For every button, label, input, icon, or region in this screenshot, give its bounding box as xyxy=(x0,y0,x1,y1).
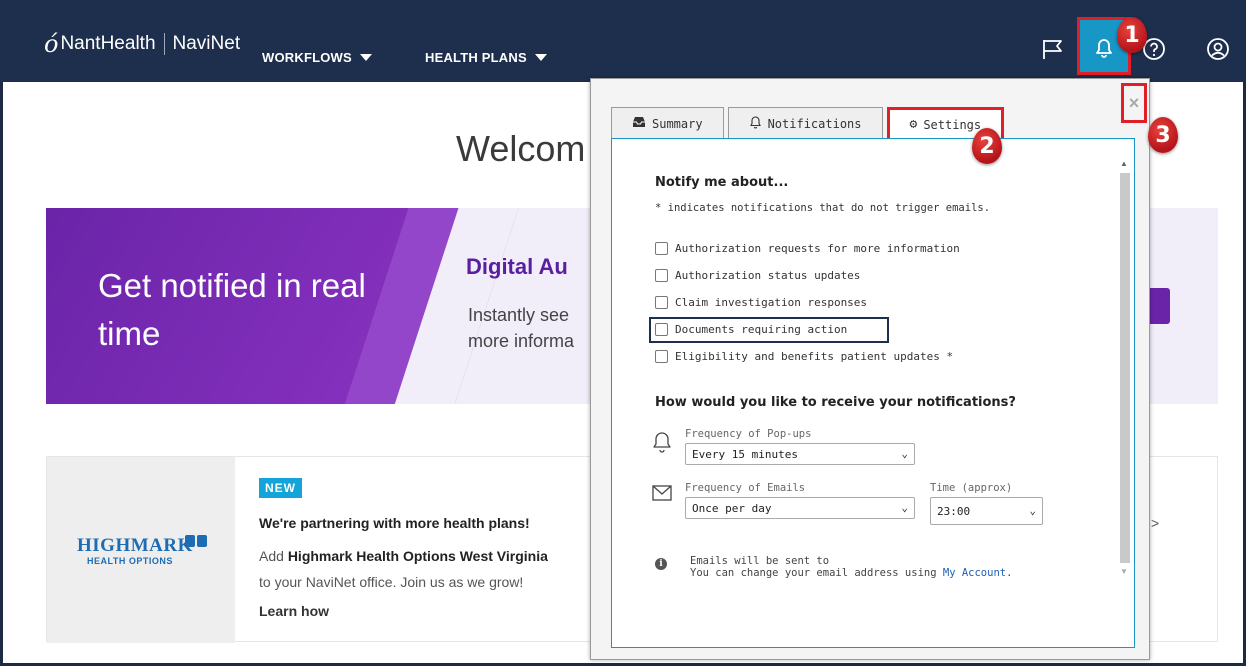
checkbox[interactable] xyxy=(655,241,668,255)
chevron-down-icon: ⌄ xyxy=(901,501,908,514)
notify-note: * indicates notifications that do not tr… xyxy=(655,202,991,214)
email-info-line: You can change your email address using … xyxy=(690,567,1012,579)
callout-marker-2: 2 xyxy=(972,128,1002,164)
popups-frequency-value: Every 15 minutes xyxy=(692,447,798,461)
close-button[interactable]: × xyxy=(1121,83,1147,123)
logo-divider xyxy=(163,33,165,55)
info-icon: i xyxy=(655,558,667,570)
checkbox[interactable] xyxy=(655,268,668,282)
close-icon: × xyxy=(1128,92,1140,113)
user-profile-icon[interactable] xyxy=(1205,36,1231,62)
emails-frequency-label: Frequency of Emails xyxy=(685,482,806,494)
notifications-popup: × Summary Notifications ⚙ Settings Notif… xyxy=(590,78,1150,660)
highmark-logo: HIGHMARK HEALTH OPTIONS xyxy=(47,457,235,643)
nanthealth-mark-icon: ó xyxy=(44,30,59,58)
time-select[interactable]: 23:00 ⌄ xyxy=(930,497,1043,525)
email-info-text: Emails will be sent to You can change yo… xyxy=(690,555,1012,579)
highmark-logo-subtext: HEALTH OPTIONS xyxy=(87,556,173,566)
highmark-logo-text: HIGHMARK xyxy=(77,535,193,556)
popup-tabs: Summary Notifications ⚙ Settings xyxy=(611,107,1008,139)
time-value: 23:00 xyxy=(937,504,971,518)
promo-text: Instantly see more informa xyxy=(468,302,574,354)
brand-name: NantHealth xyxy=(60,33,156,54)
tab-notifications-label: Notifications xyxy=(767,116,862,131)
card-text-bold: Highmark Health Options West Virginia xyxy=(287,548,548,564)
promo-text-line: Instantly see xyxy=(468,305,570,325)
settings-panel: Notify me about... * indicates notificat… xyxy=(611,138,1135,648)
tab-settings-label: Settings xyxy=(923,117,982,132)
card-text: Add Highmark Health Options West Virgini… xyxy=(259,543,548,595)
highlight-box xyxy=(649,317,889,343)
callout-marker-1: 1 xyxy=(1117,17,1147,53)
scroll-down-icon[interactable]: ▼ xyxy=(1120,567,1128,576)
gear-icon: ⚙ xyxy=(909,117,918,132)
option-label: Authorization requests for more informat… xyxy=(675,241,960,255)
chevron-down-icon: ⌄ xyxy=(901,447,908,460)
checkbox[interactable] xyxy=(655,295,668,309)
popups-frequency-select[interactable]: Every 15 minutes ⌄ xyxy=(685,443,915,465)
new-badge: NEW xyxy=(259,478,302,498)
page-title: Welcom xyxy=(456,128,586,169)
card-text-pre: Add xyxy=(259,548,288,564)
email-info-line: Emails will be sent to xyxy=(690,555,830,567)
card-text-line: Add Highmark Health Options West Virgini… xyxy=(259,543,548,569)
receive-heading: How would you like to receive your notif… xyxy=(655,395,1016,410)
bell-icon xyxy=(652,431,672,457)
caret-down-icon xyxy=(359,54,372,61)
tab-notifications[interactable]: Notifications xyxy=(727,107,883,139)
bell-icon xyxy=(749,115,762,133)
option-claim-investigation[interactable]: Claim investigation responses xyxy=(655,292,867,312)
option-eligibility-benefits[interactable]: Eligibility and benefits patient updates… xyxy=(655,346,953,366)
scrollbar-thumb[interactable] xyxy=(1120,173,1130,563)
product-name: NaviNet xyxy=(172,33,241,54)
chevron-right-icon[interactable]: > xyxy=(1151,515,1159,531)
workflows-menu-label: WORKFLOWS xyxy=(262,50,352,65)
option-label: Claim investigation responses xyxy=(675,295,868,309)
learn-how-link[interactable]: Learn how xyxy=(259,603,329,619)
email-info-pre: You can change your email address using xyxy=(690,567,943,579)
email-info-post: . xyxy=(1006,567,1013,579)
time-label: Time (approx) xyxy=(930,482,1013,494)
promo-heading: Digital Au xyxy=(466,254,568,279)
promo-title: Get notified in real time xyxy=(98,267,366,352)
emails-frequency-select[interactable]: Once per day ⌄ xyxy=(685,497,915,519)
promo-text-line: more informa xyxy=(468,331,575,351)
tab-summary-label: Summary xyxy=(652,116,703,131)
caret-down-icon xyxy=(534,54,547,61)
inbox-icon xyxy=(632,116,646,132)
card-heading: We're partnering with more health plans! xyxy=(259,515,530,531)
emails-frequency-value: Once per day xyxy=(692,501,772,515)
card-text-line: to your NaviNet office. Join us as we gr… xyxy=(259,574,524,590)
callout-marker-3: 3 xyxy=(1148,117,1178,153)
health-plans-menu[interactable]: HEALTH PLANS xyxy=(425,50,547,65)
chevron-down-icon: ⌄ xyxy=(1029,504,1036,517)
scroll-up-icon[interactable]: ▲ xyxy=(1120,159,1128,168)
my-account-link[interactable]: My Account xyxy=(943,567,1006,579)
notify-heading: Notify me about... xyxy=(655,175,789,190)
bell-icon xyxy=(1096,39,1112,58)
tab-summary[interactable]: Summary xyxy=(611,107,724,139)
checkbox[interactable] xyxy=(655,349,668,363)
envelope-icon xyxy=(652,485,672,505)
option-label: Authorization status updates xyxy=(675,268,861,282)
navinet-logo[interactable]: ó NantHealth NaviNet xyxy=(44,30,240,58)
flag-icon[interactable] xyxy=(1040,36,1066,62)
workflows-menu[interactable]: WORKFLOWS xyxy=(262,50,372,65)
option-authorization-status[interactable]: Authorization status updates xyxy=(655,265,860,285)
health-plans-menu-label: HEALTH PLANS xyxy=(425,50,527,65)
top-navigation-bar: ó NantHealth NaviNet WORKFLOWS HEALTH PL… xyxy=(0,0,1246,82)
option-authorization-requests[interactable]: Authorization requests for more informat… xyxy=(655,238,960,258)
panel-scrollbar[interactable]: ▲ ▼ xyxy=(1118,159,1132,579)
popups-frequency-label: Frequency of Pop-ups xyxy=(685,428,812,440)
cross-shield-icon xyxy=(185,535,207,547)
option-label: Eligibility and benefits patient updates… xyxy=(675,349,954,363)
